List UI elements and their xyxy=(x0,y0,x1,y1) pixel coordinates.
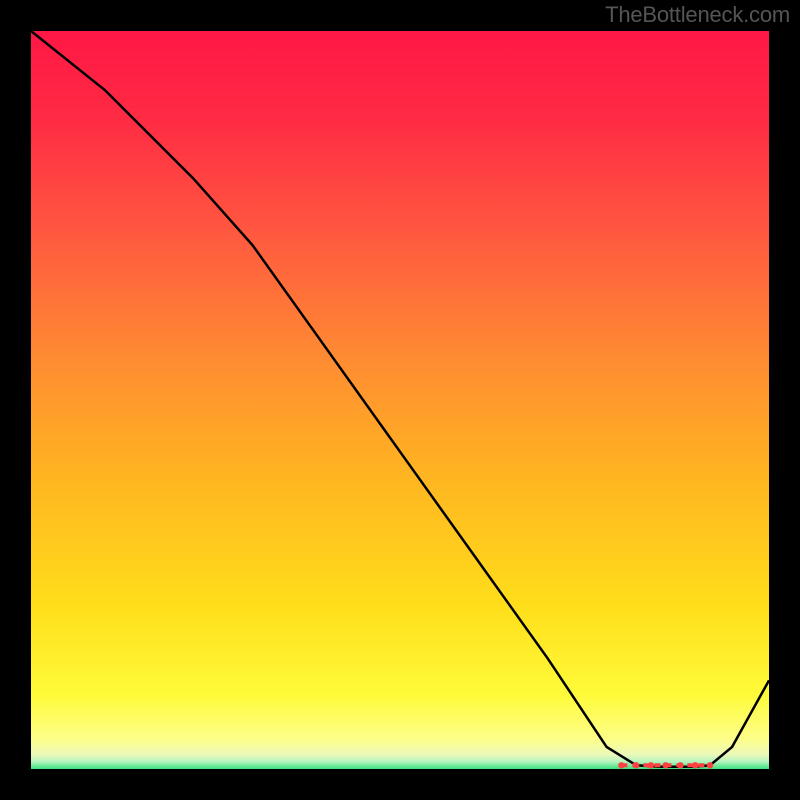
chart-frame: TheBottleneck.com xyxy=(0,0,800,800)
chart-line xyxy=(31,31,769,767)
optimal-marker xyxy=(618,762,624,768)
optimal-marker xyxy=(633,762,639,768)
optimal-marker xyxy=(707,762,713,768)
attribution-text: TheBottleneck.com xyxy=(605,2,790,28)
chart-overlay xyxy=(31,31,769,769)
optimal-marker xyxy=(648,762,654,768)
optimal-marker xyxy=(692,762,698,768)
optimal-marker xyxy=(662,762,668,768)
optimal-marker xyxy=(677,762,683,768)
